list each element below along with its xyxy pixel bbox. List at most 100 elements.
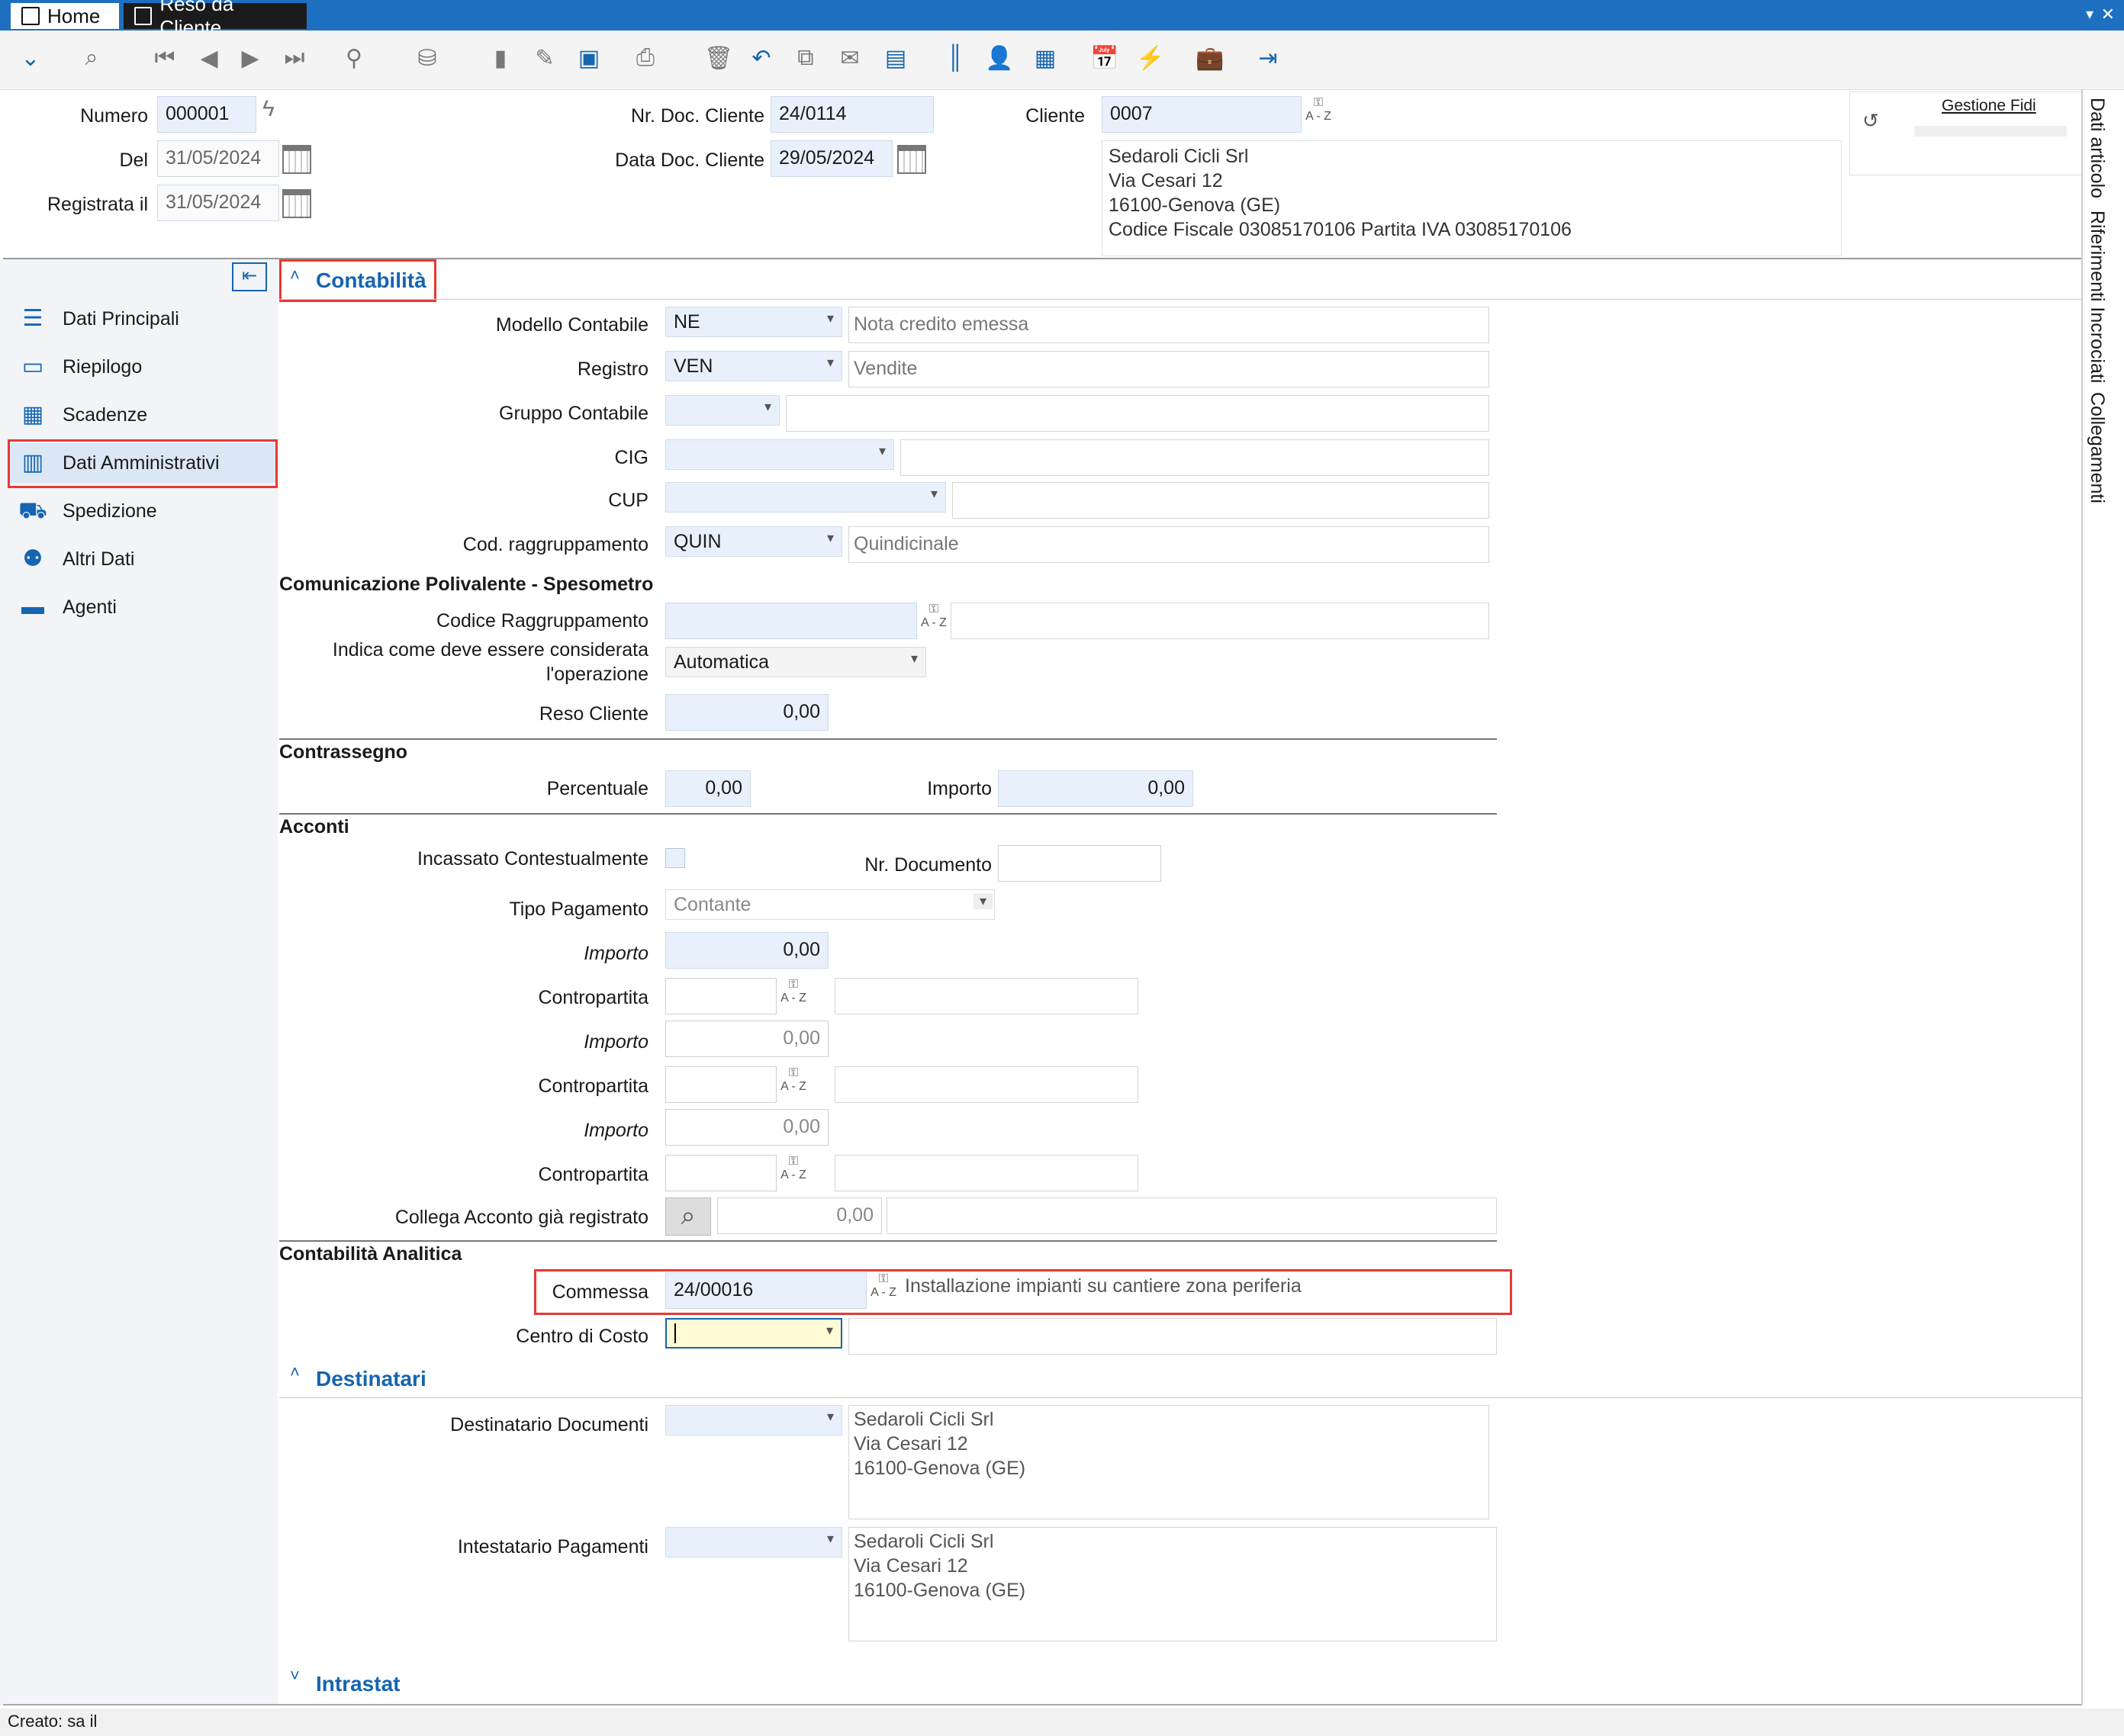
acconti-nrdoc-field[interactable] bbox=[998, 845, 1161, 882]
calendar-toolbar-icon[interactable]: 📅 bbox=[1089, 43, 1120, 73]
gruppo-select[interactable]: ▾ bbox=[665, 395, 780, 426]
contrassegno-importo-field[interactable]: 0,00 bbox=[998, 770, 1193, 807]
lookup-key-icon[interactable]: ⚿ A - Z bbox=[777, 1066, 810, 1100]
undo-icon[interactable]: ↶ bbox=[746, 43, 777, 73]
acconti-importo-field-2[interactable]: 0,00 bbox=[665, 1021, 829, 1057]
commessa-field[interactable]: 24/00016 bbox=[665, 1272, 867, 1309]
refresh-icon[interactable]: ↺ bbox=[1862, 109, 1879, 133]
del-label: Del bbox=[119, 149, 148, 171]
contropartita-field-3[interactable] bbox=[665, 1155, 777, 1191]
user-icon[interactable]: 👤 bbox=[984, 43, 1015, 73]
truck-icon: ⛟ bbox=[18, 498, 47, 523]
side-tab-collegamenti[interactable]: Collegamenti bbox=[2086, 392, 2108, 503]
acconti-importo-field-3[interactable]: 0,00 bbox=[665, 1109, 829, 1146]
reso-cliente-field[interactable]: 0,00 bbox=[665, 694, 829, 731]
lookup-key-icon[interactable]: ⚿ A - Z bbox=[777, 978, 810, 1011]
sidebar-item-scadenze[interactable]: ▦ Scadenze bbox=[11, 395, 278, 435]
cliente-field[interactable]: 0007 bbox=[1102, 96, 1302, 133]
last-record-icon[interactable]: ⏭ bbox=[279, 43, 310, 73]
sidebar-item-altri-dati[interactable]: ⚉ Altri Dati bbox=[11, 539, 278, 579]
calendar-icon[interactable] bbox=[897, 145, 926, 174]
lookup-key-icon[interactable]: ⚿ A - Z bbox=[917, 603, 951, 636]
lookup-key-icon[interactable]: ⚿ A - Z bbox=[1302, 96, 1335, 130]
section-contabilita[interactable]: Contabilità bbox=[316, 268, 426, 293]
analitica-title: Contabilità Analitica bbox=[279, 1243, 462, 1265]
registrata-field[interactable]: 31/05/2024 bbox=[157, 185, 279, 221]
collapse-chevron-icon[interactable]: ˄ bbox=[290, 1362, 300, 1382]
new-document-icon[interactable]: ▮ bbox=[485, 43, 516, 73]
report-icon[interactable]: ▤ bbox=[880, 43, 911, 73]
centro-costo-select[interactable]: ▾ bbox=[665, 1318, 842, 1349]
tab-home[interactable]: Home bbox=[11, 3, 119, 29]
gestione-fidi-panel: Gestione Fidi ↺ bbox=[1849, 92, 2083, 175]
registro-select[interactable]: VEN ▾ bbox=[665, 351, 842, 381]
codice-raggruppamento-desc bbox=[951, 603, 1489, 639]
collapse-nav-icon[interactable]: ⇤ bbox=[232, 262, 267, 291]
modello-select[interactable]: NE ▾ bbox=[665, 307, 842, 337]
codice-raggruppamento-field[interactable] bbox=[665, 603, 917, 639]
first-record-icon[interactable]: ⏮ bbox=[150, 43, 180, 73]
calendar-icon[interactable] bbox=[282, 145, 311, 174]
database-icon[interactable]: ⛁ bbox=[412, 43, 443, 73]
del-field[interactable]: 31/05/2024 bbox=[157, 140, 279, 177]
lightning-icon[interactable]: ⚡ bbox=[1135, 43, 1166, 73]
copy-icon[interactable]: ⧉ bbox=[790, 43, 821, 73]
contropartita-desc-2 bbox=[835, 1066, 1138, 1103]
stack-icon: ☰ bbox=[22, 306, 43, 331]
magnifier-icon[interactable]: ⌕ bbox=[665, 1198, 711, 1236]
expand-chevron-icon[interactable]: ˅ bbox=[290, 1666, 300, 1686]
nrdoc-field[interactable]: 24/0114 bbox=[771, 96, 934, 133]
previous-record-icon[interactable]: ◀ bbox=[194, 43, 224, 73]
side-tab-dati-articolo[interactable]: Dati articolo bbox=[2086, 98, 2108, 198]
lookup-key-icon[interactable]: ⚿ A - Z bbox=[867, 1272, 900, 1306]
next-record-icon[interactable]: ▶ bbox=[235, 43, 266, 73]
lookup-key-icon[interactable]: ⚿ A - Z bbox=[777, 1155, 810, 1188]
search-icon[interactable]: ⌕ bbox=[76, 43, 107, 73]
edit-icon[interactable]: ✎ bbox=[529, 43, 560, 73]
barcode-icon[interactable]: ║ bbox=[940, 43, 970, 73]
side-tab-riferimenti[interactable]: Riferimenti Incrociati bbox=[2086, 211, 2108, 383]
codragg-select[interactable]: QUIN ▾ bbox=[665, 526, 842, 557]
tabs-dropdown-icon[interactable]: ▾ bbox=[2086, 5, 2093, 24]
percentuale-field[interactable]: 0,00 bbox=[665, 770, 751, 807]
sidebar-item-dati-principali[interactable]: ☰ Dati Principali bbox=[11, 299, 278, 339]
save-icon[interactable]: ▣ bbox=[574, 43, 604, 73]
contropartita-field-1[interactable] bbox=[665, 978, 777, 1014]
contropartita-field-2[interactable] bbox=[665, 1066, 777, 1103]
cup-select[interactable]: ▾ bbox=[665, 482, 946, 513]
cig-select[interactable]: ▾ bbox=[665, 439, 894, 470]
collapse-chevron-icon[interactable]: ˄ bbox=[290, 265, 300, 285]
datadoc-field[interactable]: 29/05/2024 bbox=[771, 140, 893, 177]
close-icon[interactable]: ✕ bbox=[2101, 5, 2115, 24]
filter-icon[interactable]: ⚲ bbox=[339, 43, 369, 73]
sidebar-item-riepilogo[interactable]: ▭ Riepilogo bbox=[11, 347, 278, 387]
tab-reso-da-cliente[interactable]: Reso da Cliente bbox=[124, 0, 307, 39]
sidebar-item-agenti[interactable]: ▬ Agenti bbox=[11, 587, 278, 627]
modello-label: Modello Contabile bbox=[495, 314, 648, 336]
incassato-checkbox[interactable] bbox=[665, 848, 685, 868]
email-icon[interactable]: ✉ bbox=[835, 43, 865, 73]
indica-select[interactable]: Automatica ▾ bbox=[665, 647, 926, 677]
tipo-pagamento-select[interactable]: Contante ▾ bbox=[665, 889, 995, 920]
intestatario-select[interactable]: ▾ bbox=[665, 1527, 842, 1558]
divider bbox=[279, 813, 1497, 815]
grid-icon[interactable]: ▦ bbox=[1030, 43, 1060, 73]
lightning-small-icon[interactable]: ϟ bbox=[262, 96, 275, 122]
dropdown-icon: ▾ bbox=[764, 399, 771, 414]
collega-label: Collega Acconto già registrato bbox=[394, 1207, 648, 1228]
acconti-importo-field-1[interactable]: 0,00 bbox=[665, 932, 829, 969]
print-icon[interactable]: ⎙ bbox=[630, 43, 661, 73]
delete-icon[interactable]: 🗑 bbox=[703, 43, 734, 73]
briefcase-toolbar-icon[interactable]: 💼 bbox=[1195, 43, 1225, 73]
gestione-fidi-link[interactable]: Gestione Fidi bbox=[1942, 97, 2036, 115]
sidebar-item-spedizione[interactable]: ⛟ Spedizione bbox=[11, 491, 278, 531]
numero-field[interactable]: 000001 bbox=[157, 96, 256, 133]
expand-menu-icon[interactable]: ⌄ bbox=[15, 43, 46, 73]
destinatario-select[interactable]: ▾ bbox=[665, 1405, 842, 1435]
exit-icon[interactable]: ⇥ bbox=[1253, 43, 1283, 73]
cup-desc bbox=[952, 482, 1489, 519]
calendar-icon[interactable] bbox=[282, 189, 311, 218]
section-intrastat[interactable]: Intrastat bbox=[316, 1672, 400, 1696]
gruppo-label: Gruppo Contabile bbox=[499, 403, 648, 424]
section-destinatari[interactable]: Destinatari bbox=[316, 1367, 426, 1391]
